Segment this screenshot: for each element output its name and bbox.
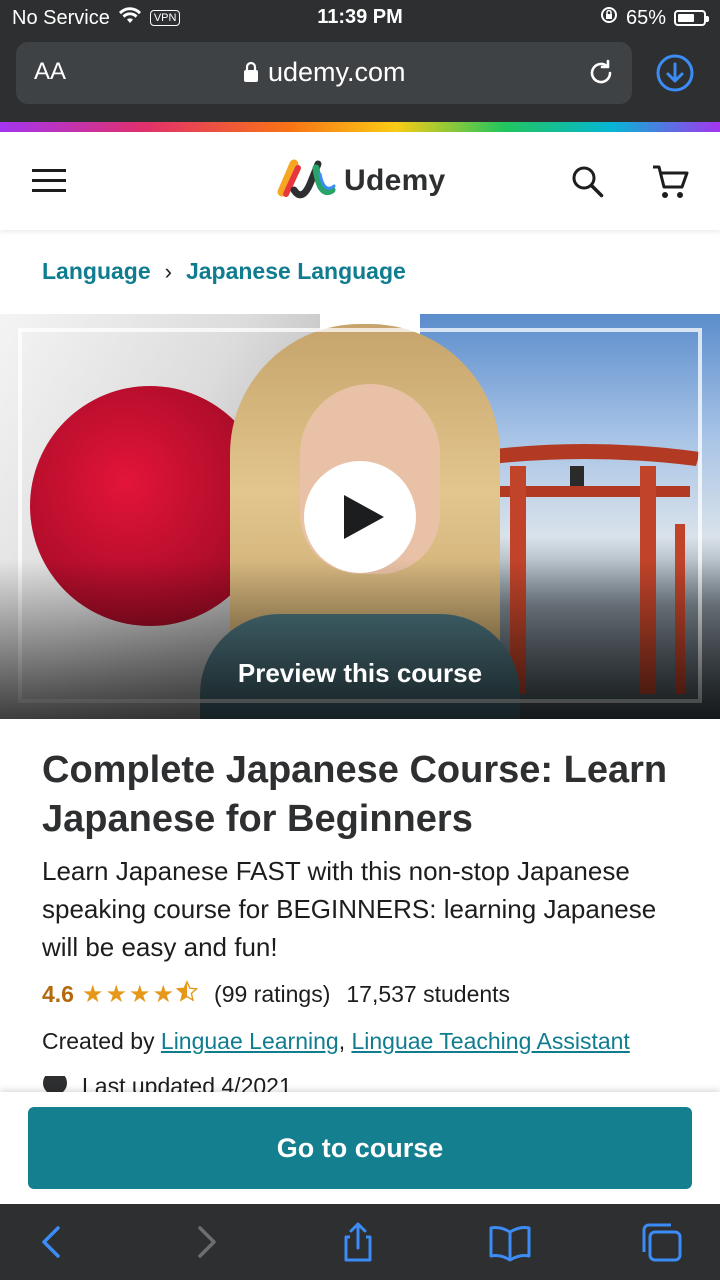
go-to-course-button[interactable]: Go to course <box>28 1107 692 1189</box>
udemy-logo[interactable]: Udemy <box>276 154 446 208</box>
url-display[interactable]: udemy.com <box>16 57 632 88</box>
menu-icon[interactable] <box>32 169 66 193</box>
url-text: udemy.com <box>267 57 406 87</box>
star-full-icon: ★ <box>152 981 175 1008</box>
play-button[interactable] <box>304 461 416 573</box>
instructor-link-2[interactable]: Linguae Teaching Assistant <box>351 1028 629 1054</box>
sticky-cta-bar: Go to course <box>0 1092 720 1204</box>
forward-icon[interactable] <box>184 1220 228 1264</box>
star-full-icon: ★ <box>129 981 151 1008</box>
status-bar: No Service VPN 11:39 PM 65% <box>0 0 720 36</box>
created-by: Created by Linguae Learning, Linguae Tea… <box>42 1028 630 1054</box>
address-bar[interactable]: AA udemy.com <box>16 42 632 104</box>
created-by-label: Created by <box>42 1028 155 1054</box>
logo-wordmark: Udemy <box>344 164 446 197</box>
preview-label[interactable]: Preview this course <box>0 658 720 689</box>
instructor-link-1[interactable]: Linguae Learning <box>161 1028 339 1054</box>
battery-icon <box>674 10 709 26</box>
share-icon[interactable] <box>336 1220 380 1264</box>
rating-row: 4.6 ★ ★ ★ ★ (99 ratings) 17,537 students <box>42 980 510 1009</box>
breadcrumb: Language › Japanese Language <box>42 258 406 285</box>
browser-toolbar <box>0 1204 720 1280</box>
star-full-icon: ★ <box>81 981 104 1008</box>
rotation-lock-icon <box>600 6 618 30</box>
star-full-icon: ★ <box>105 981 128 1008</box>
chevron-right-icon: › <box>164 258 172 284</box>
course-title: Complete Japanese Course: Learn Japanese… <box>42 749 668 840</box>
play-icon <box>344 495 384 539</box>
tabs-icon[interactable] <box>640 1220 684 1264</box>
back-icon[interactable] <box>30 1220 74 1264</box>
bookmarks-icon[interactable] <box>488 1220 532 1264</box>
breadcrumb-item-language[interactable]: Language <box>42 258 151 285</box>
site-header: Udemy <box>0 132 720 230</box>
course-subtitle: Learn Japanese FAST with this non-stop J… <box>42 856 657 962</box>
cart-icon[interactable] <box>650 162 690 202</box>
browser-address-area: AA udemy.com <box>0 36 720 122</box>
ratings-count[interactable]: (99 ratings) <box>214 981 330 1008</box>
breadcrumb-item-japanese-language[interactable]: Japanese Language <box>186 258 406 285</box>
students-count: 17,537 students <box>346 981 511 1007</box>
brand-gradient-strip <box>0 122 720 132</box>
lock-icon <box>242 57 268 87</box>
rating-stars: ★ ★ ★ ★ <box>81 980 199 1009</box>
course-preview[interactable]: Preview this course <box>0 314 720 719</box>
rating-score: 4.6 <box>42 981 74 1007</box>
battery-percent: 65% <box>625 6 666 29</box>
star-half-icon <box>175 980 199 1009</box>
download-icon[interactable] <box>656 54 694 92</box>
udemy-logo-mark-icon <box>276 154 338 209</box>
search-icon[interactable] <box>570 164 606 200</box>
preview-shade <box>0 559 720 719</box>
reload-icon[interactable] <box>584 56 618 90</box>
